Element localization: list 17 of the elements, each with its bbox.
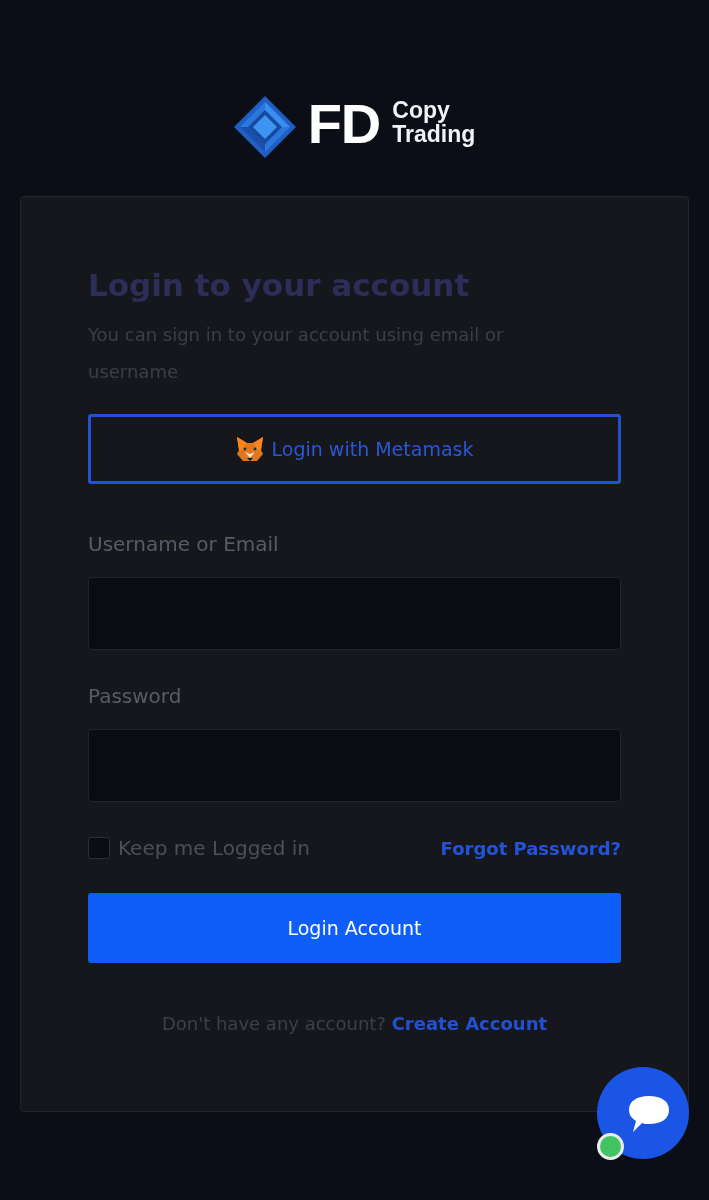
metamask-login-button[interactable]: Login with Metamask [88,414,621,485]
remember-checkbox[interactable] [88,837,110,860]
logo-text-top: Copy [392,98,450,123]
login-button[interactable]: Login Account [88,893,621,964]
field-label: Password [88,683,183,710]
forgot-password-link[interactable]: Forgot Password? [440,834,621,862]
fox-icon [235,436,264,463]
chat-bubble-icon [628,1094,670,1134]
logo-text-bottom: Trading [392,122,476,147]
input-field[interactable] [88,577,621,651]
diamond-logo-icon [233,96,296,158]
logo-initials: FD [307,96,381,152]
login-title: Login to your account [88,267,471,305]
remember-label: Keep me Logged in [118,835,310,863]
input-field[interactable] [88,729,621,803]
field-label: Username or Email [88,531,280,558]
create-account-link[interactable]: Create Account [391,1013,548,1035]
